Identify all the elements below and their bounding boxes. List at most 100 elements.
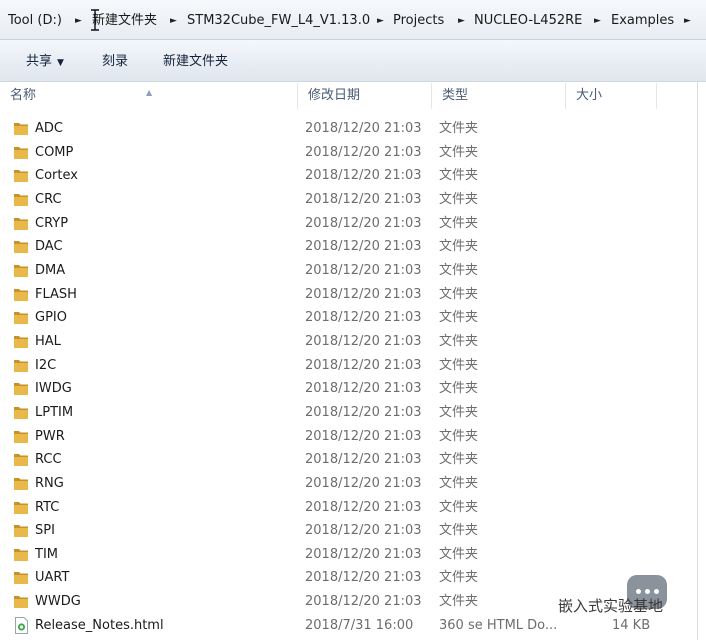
row-name: Release_Notes.html: [35, 617, 164, 633]
burn-button[interactable]: 刻录: [102, 52, 128, 72]
row-size: [612, 283, 648, 306]
folder-row[interactable]: I2C 2018/12/20 21:03 文件夹: [0, 354, 706, 378]
row-size: [612, 472, 648, 495]
row-date: 2018/12/20 21:03: [305, 428, 422, 444]
file-list: ADC 2018/12/20 21:03 文件夹 COMP 2018/12/20 21:…: [0, 117, 706, 637]
folder-icon: [13, 523, 29, 538]
breadcrumb-separator[interactable]: ►: [170, 11, 177, 31]
folder-row[interactable]: SPI 2018/12/20 21:03 文件夹: [0, 519, 706, 543]
folder-row[interactable]: HAL 2018/12/20 21:03 文件夹: [0, 330, 706, 354]
row-type: 文件夹: [439, 499, 479, 515]
row-size: 14 KB: [612, 617, 651, 633]
folder-icon: [13, 429, 29, 444]
row-type: 文件夹: [439, 357, 479, 373]
column-header-date[interactable]: 修改日期: [298, 83, 432, 109]
row-name: RCC: [35, 452, 62, 468]
row-date: 2018/12/20 21:03: [305, 404, 422, 420]
folder-icon: [13, 570, 29, 585]
folder-row[interactable]: TIM 2018/12/20 21:03 文件夹: [0, 543, 706, 567]
row-date: 2018/12/20 21:03: [305, 381, 422, 397]
row-name: I2C: [35, 357, 57, 373]
folder-row[interactable]: CRC 2018/12/20 21:03 文件夹: [0, 188, 706, 212]
row-type: 360 se HTML Do...: [439, 617, 558, 633]
row-name: Cortex: [35, 168, 78, 184]
row-size: [612, 330, 648, 353]
address-bar[interactable]: Tool (D:) ► 新建文件夹 ► STM32Cube_FW_L4_V1.1…: [0, 0, 706, 40]
folder-row[interactable]: DAC 2018/12/20 21:03 文件夹: [0, 235, 706, 259]
breadcrumb-separator[interactable]: ►: [458, 11, 465, 31]
pane-border: [697, 82, 698, 640]
breadcrumb-separator[interactable]: ►: [684, 11, 691, 31]
folder-icon: [13, 500, 29, 515]
breadcrumb-item-new-folder[interactable]: 新建文件夹: [92, 11, 157, 31]
folder-icon: [13, 381, 29, 396]
folder-row[interactable]: COMP 2018/12/20 21:03 文件夹: [0, 141, 706, 165]
row-date: 2018/12/20 21:03: [305, 523, 422, 539]
row-type: 文件夹: [439, 523, 479, 539]
row-type: 文件夹: [439, 215, 479, 231]
folder-icon: [13, 405, 29, 420]
folder-row[interactable]: RTC 2018/12/20 21:03 文件夹: [0, 496, 706, 520]
folder-row[interactable]: UART 2018/12/20 21:03 文件夹: [0, 566, 706, 590]
column-date-label: 修改日期: [308, 88, 361, 103]
folder-row[interactable]: CRYP 2018/12/20 21:03 文件夹: [0, 212, 706, 236]
row-date: 2018/12/20 21:03: [305, 262, 422, 278]
watermark-text: 嵌入式实验基地: [558, 597, 664, 615]
folder-icon: [13, 192, 29, 207]
folder-row[interactable]: IWDG 2018/12/20 21:03 文件夹: [0, 377, 706, 401]
column-name-label: 名称: [10, 88, 37, 103]
row-type: 文件夹: [439, 310, 479, 326]
breadcrumb-item-stm32cube[interactable]: STM32Cube_FW_L4_V1.13.0: [187, 11, 370, 31]
folder-icon: [13, 145, 29, 160]
row-size: [612, 306, 648, 329]
folder-row[interactable]: RCC 2018/12/20 21:03 文件夹: [0, 448, 706, 472]
row-size: [612, 212, 648, 235]
row-size: [612, 543, 648, 566]
folder-row[interactable]: LPTIM 2018/12/20 21:03 文件夹: [0, 401, 706, 425]
row-type: 文件夹: [439, 168, 479, 184]
breadcrumb-separator[interactable]: ►: [594, 11, 601, 31]
breadcrumb-item-drive[interactable]: Tool (D:): [8, 11, 62, 31]
breadcrumb-separator[interactable]: ►: [75, 11, 82, 31]
row-size: [612, 496, 648, 519]
new-folder-button[interactable]: 新建文件夹: [163, 52, 228, 72]
share-button[interactable]: 共享 ▼: [26, 52, 64, 72]
row-type: 文件夹: [439, 594, 479, 610]
breadcrumb-separator[interactable]: ►: [377, 11, 384, 31]
folder-row[interactable]: PWR 2018/12/20 21:03 文件夹: [0, 425, 706, 449]
folder-row[interactable]: Cortex 2018/12/20 21:03 文件夹: [0, 164, 706, 188]
breadcrumb-item-nucleo[interactable]: NUCLEO-L452RE: [474, 11, 582, 31]
column-header: 名称 ▲ 修改日期 类型 大小: [0, 83, 706, 111]
row-name: WWDG: [35, 594, 81, 610]
folder-icon: [13, 452, 29, 467]
folder-icon: [13, 121, 29, 136]
breadcrumb-item-examples[interactable]: Examples: [611, 11, 674, 31]
row-size: [612, 188, 648, 211]
row-type: 文件夹: [439, 428, 479, 444]
row-size: [612, 117, 648, 140]
folder-row[interactable]: GPIO 2018/12/20 21:03 文件夹: [0, 306, 706, 330]
row-date: 2018/12/20 21:03: [305, 475, 422, 491]
row-name: HAL: [35, 333, 61, 349]
row-date: 2018/12/20 21:03: [305, 215, 422, 231]
column-header-size[interactable]: 大小: [566, 83, 657, 109]
folder-icon: [13, 358, 29, 373]
folder-row[interactable]: DMA 2018/12/20 21:03 文件夹: [0, 259, 706, 283]
column-header-type[interactable]: 类型: [432, 83, 566, 109]
row-name: RTC: [35, 499, 60, 515]
row-date: 2018/12/20 21:03: [305, 286, 422, 302]
row-type: 文件夹: [439, 286, 479, 302]
share-label: 共享: [26, 54, 53, 69]
folder-row[interactable]: RNG 2018/12/20 21:03 文件夹: [0, 472, 706, 496]
row-date: 2018/12/20 21:03: [305, 310, 422, 326]
row-name: PWR: [35, 428, 65, 444]
folder-row[interactable]: FLASH 2018/12/20 21:03 文件夹: [0, 283, 706, 307]
folder-icon: [13, 287, 29, 302]
folder-row[interactable]: ADC 2018/12/20 21:03 文件夹: [0, 117, 706, 141]
column-header-name[interactable]: 名称 ▲: [0, 83, 298, 109]
file-row[interactable]: Release_Notes.html 2018/7/31 16:00 360 se …: [0, 614, 706, 638]
command-toolbar: 共享 ▼ 刻录 新建文件夹: [0, 40, 706, 82]
row-date: 2018/12/20 21:03: [305, 594, 422, 610]
row-date: 2018/12/20 21:03: [305, 121, 422, 136]
breadcrumb-item-projects[interactable]: Projects: [393, 11, 444, 31]
